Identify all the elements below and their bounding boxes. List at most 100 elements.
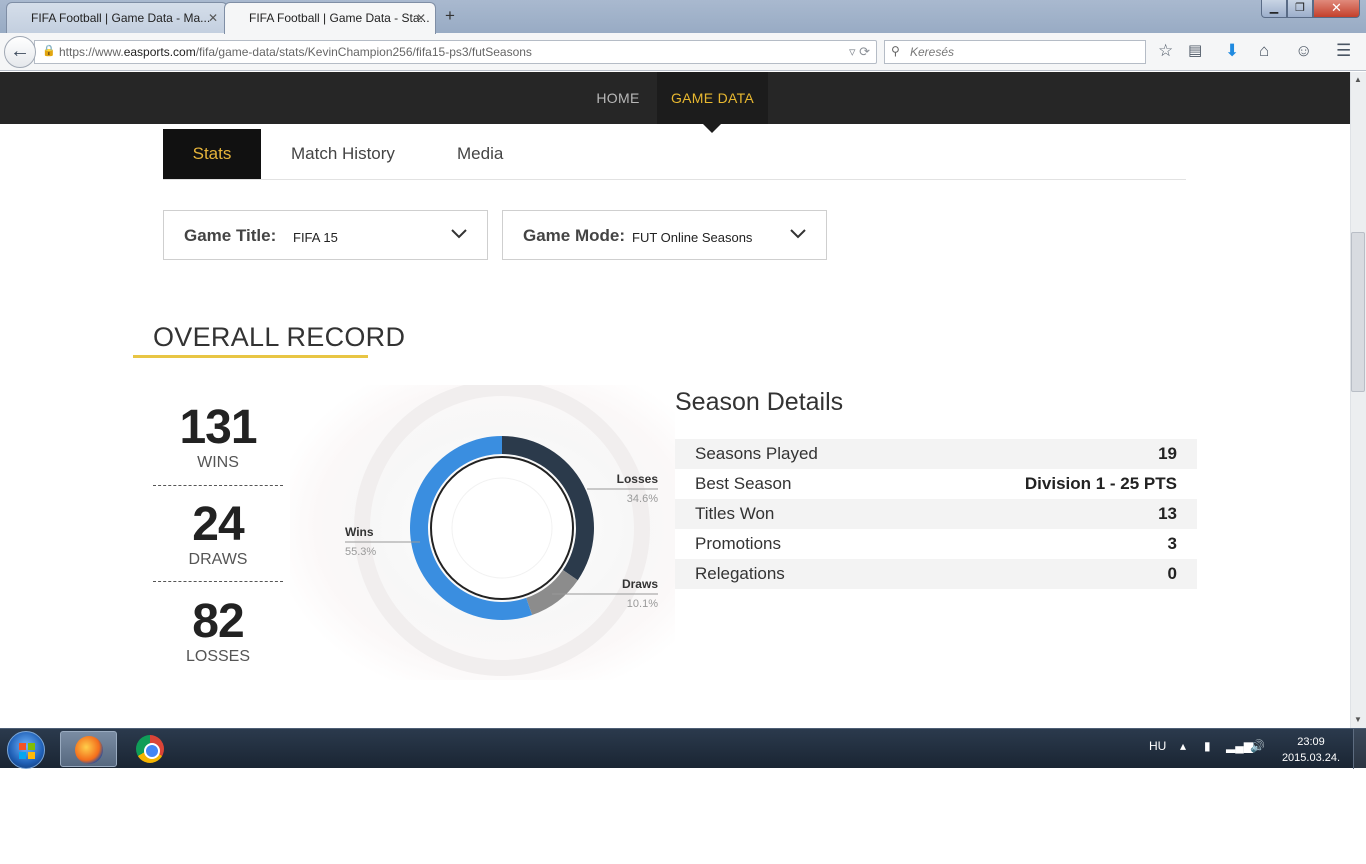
detail-value: 19 — [1158, 444, 1177, 463]
url-domain: easports.com — [123, 45, 196, 59]
url-path: /fifa/game-data/stats/KevinChampion256/f… — [195, 45, 532, 59]
detail-label: Relegations — [695, 564, 785, 583]
taskbar-firefox[interactable] — [60, 731, 117, 767]
detail-label: Titles Won — [695, 504, 775, 523]
clock-time: 23:09 — [1297, 736, 1325, 748]
tab-media[interactable]: Media — [457, 129, 503, 179]
search-placeholder: Keresés — [910, 45, 955, 59]
losses-count: 82 — [192, 595, 244, 648]
battery-icon[interactable]: ▮ — [1204, 739, 1211, 753]
wins-count: 131 — [179, 401, 257, 454]
sub-tabs: Stats Match History Media — [163, 129, 1186, 180]
divider — [153, 485, 283, 486]
game-mode-value: FUT Online Seasons — [632, 230, 753, 245]
detail-label: Seasons Played — [695, 444, 818, 463]
close-tab-icon[interactable]: ✕ — [416, 11, 426, 25]
browser-tab-title: FIFA Football | Game Data - Ma... — [31, 11, 211, 25]
close-tab-icon[interactable]: ✕ — [208, 11, 218, 25]
game-title-dropdown[interactable]: Game Title: FIFA 15 — [163, 210, 488, 260]
new-tab-icon[interactable]: + — [445, 6, 455, 26]
draws-count: 24 — [192, 498, 244, 551]
detail-value: 13 — [1158, 504, 1177, 523]
download-icon[interactable]: ⬇ — [1225, 41, 1239, 61]
os-taskbar: HU ▴ ▮ ▂▄▆ 🔊 23:09 2015.03.24. — [0, 728, 1366, 769]
browser-tab-2[interactable]: FIFA Football | Game Data - Sta... ✕ — [224, 2, 436, 34]
nav-home[interactable]: HOME — [582, 72, 654, 124]
game-mode-dropdown[interactable]: Game Mode: FUT Online Seasons — [502, 210, 827, 260]
wins-slice-pct: 55.3% — [345, 546, 376, 558]
divider — [153, 581, 283, 582]
detail-label: Promotions — [695, 534, 781, 553]
season-detail-row: Best Season Division 1 - 25 PTS — [675, 469, 1197, 499]
wins-label: WINS — [197, 454, 239, 471]
search-icon: ⚲ — [891, 44, 900, 58]
section-title: OVERALL RECORD — [153, 322, 406, 352]
detail-value: Division 1 - 25 PTS — [1024, 474, 1177, 493]
home-icon[interactable]: ⌂ — [1259, 41, 1269, 61]
detail-label: Best Season — [695, 474, 792, 493]
season-detail-row: Titles Won 13 — [675, 499, 1197, 529]
page-scrollbar[interactable] — [1350, 72, 1366, 728]
game-title-value: FIFA 15 — [293, 230, 338, 245]
site-header: HOME GAME DATA — [0, 72, 1350, 124]
detail-value: 3 — [1167, 534, 1177, 553]
browser-tab-bar: FIFA Football | Game Data - Ma... ✕ FIFA… — [0, 0, 1366, 34]
chevron-down-icon — [451, 229, 467, 239]
volume-icon[interactable]: 🔊 — [1250, 739, 1265, 753]
firefox-icon — [75, 736, 103, 764]
wins-stat: 131 WINS — [153, 404, 283, 472]
browser-nav-bar: 🔒 https://www.easports.com/fifa/game-dat… — [0, 33, 1366, 71]
back-button[interactable]: ← — [4, 36, 36, 68]
browser-tab-title: FIFA Football | Game Data - Sta... — [249, 11, 430, 25]
season-detail-row: Relegations 0 — [675, 559, 1197, 589]
section-underline — [133, 355, 368, 358]
browser-tab-1[interactable]: FIFA Football | Game Data - Ma... ✕ — [6, 2, 228, 33]
nav-game-data[interactable]: GAME DATA — [657, 72, 768, 124]
chrome-icon — [136, 735, 164, 763]
detail-value: 0 — [1167, 564, 1177, 583]
season-detail-row: Seasons Played 19 — [675, 439, 1197, 469]
tray-expand-icon[interactable]: ▴ — [1180, 739, 1186, 753]
game-title-label: Game Title: — [184, 226, 277, 245]
windows-logo-icon — [19, 743, 35, 759]
draws-slice-pct: 10.1% — [627, 598, 658, 610]
window-close-icon[interactable]: ✕ — [1313, 0, 1360, 18]
chevron-down-icon — [790, 229, 806, 239]
show-desktop-button[interactable] — [1353, 729, 1366, 769]
network-icon[interactable]: ▂▄▆ — [1226, 739, 1253, 753]
search-input[interactable]: ⚲ Keresés — [884, 40, 1146, 64]
screen: FIFA Football | Game Data - Ma... ✕ FIFA… — [0, 0, 1366, 864]
system-clock[interactable]: 23:09 2015.03.24. — [1276, 734, 1346, 766]
game-mode-label: Game Mode: — [523, 226, 626, 245]
donut-svg: Wins 55.3% Losses 34.6% Draws 10.1% — [290, 380, 675, 680]
losses-slice-pct: 34.6% — [627, 493, 658, 505]
losses-label: LOSSES — [185, 648, 251, 665]
chat-icon[interactable]: ☺ — [1295, 41, 1312, 61]
bookmark-star-icon[interactable]: ☆ — [1158, 41, 1173, 61]
bookmarks-list-icon[interactable]: ▤ — [1188, 41, 1202, 59]
url-prefix: https://www. — [59, 45, 124, 59]
clock-date: 2015.03.24. — [1281, 752, 1341, 764]
draws-stat: 24 DRAWS — [153, 501, 283, 569]
draws-slice-label: Draws — [622, 577, 658, 591]
losses-slice-label: Losses — [617, 472, 659, 486]
season-detail-row: Promotions 3 — [675, 529, 1197, 559]
scroll-up-icon[interactable]: ▲ — [1354, 75, 1362, 84]
season-details-title: Season Details — [675, 388, 844, 416]
record-donut-chart: Wins 55.3% Losses 34.6% Draws 10.1% — [290, 380, 675, 680]
tab-match-history[interactable]: Match History — [291, 129, 395, 179]
maximize-icon[interactable]: ❐ — [1287, 0, 1313, 18]
scrollbar-thumb[interactable] — [1351, 232, 1365, 392]
scroll-down-icon[interactable]: ▼ — [1354, 715, 1362, 724]
language-indicator[interactable]: HU — [1149, 739, 1166, 753]
lock-icon: 🔒 — [42, 45, 56, 57]
wins-slice-label: Wins — [345, 525, 374, 539]
tab-stats[interactable]: Stats — [163, 129, 261, 179]
start-button[interactable] — [7, 731, 45, 769]
menu-icon[interactable]: ☰ — [1336, 41, 1351, 61]
taskbar-chrome[interactable] — [122, 731, 179, 767]
draws-label: DRAWS — [188, 551, 248, 568]
minimize-icon[interactable]: ▁ — [1261, 0, 1287, 18]
url-bar[interactable]: 🔒 https://www.easports.com/fifa/game-dat… — [34, 40, 877, 64]
reload-icon[interactable]: ▿ ⟳ — [849, 44, 870, 60]
